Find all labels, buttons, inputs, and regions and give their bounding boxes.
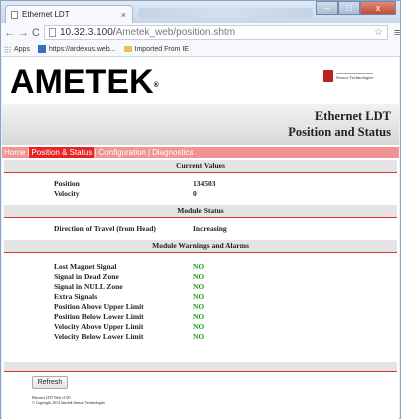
table-row: Signal in Dead Zone NO — [2, 272, 399, 282]
section-header-current-values: Current Values — [4, 160, 397, 173]
module-status-list: Direction of Travel (from Head) Increasi… — [2, 218, 399, 240]
row-label: Signal in NULL Zone — [54, 282, 123, 291]
status-value: NO — [193, 282, 205, 291]
row-label: Direction of Travel (from Head) — [54, 224, 156, 233]
tab-title: Ethernet LDT — [22, 10, 70, 19]
star-icon[interactable]: ☆ — [374, 27, 383, 38]
direction-value: Increasing — [193, 224, 227, 233]
table-row: Position Below Lower Limit NO — [2, 312, 399, 322]
address-toolbar: ← → C 10.32.3.100/ Ametek_web/position.s… — [1, 23, 400, 42]
table-row: Extra Signals NO — [2, 292, 399, 302]
row-label: Position Above Upper Limit — [54, 302, 144, 311]
row-label: Velocity Above Upper Limit — [54, 322, 144, 331]
close-button[interactable]: x — [360, 1, 396, 15]
velocity-value: 0 — [193, 189, 197, 198]
sensor-logo-text: Sensor Technologies — [336, 72, 374, 80]
menu-diagnostics[interactable]: Diagnostics — [150, 147, 195, 158]
page-subtitle: Position and Status — [288, 125, 391, 139]
warnings-list: Lost Magnet Signal NO Signal in Dead Zon… — [2, 253, 399, 348]
table-row: Signal in NULL Zone NO — [2, 282, 399, 292]
minimize-button[interactable]: – — [316, 1, 338, 15]
sensor-technologies-logo: Sensor Technologies — [323, 69, 391, 83]
address-bar[interactable]: 10.32.3.100/ Ametek_web/position.shtm ☆ — [43, 25, 388, 40]
sensor-logo-icon — [323, 70, 333, 82]
copyright-text: © Copyright 2014 Ametek Sensor Technolog… — [32, 401, 105, 405]
status-value: NO — [193, 272, 205, 281]
url-host: 10.32.3.100/ — [59, 27, 116, 38]
bookmarks-bar: Apps https://ardexus.web... Imported Fro… — [1, 42, 400, 57]
table-row: Velocity Above Upper Limit NO — [2, 322, 399, 332]
brand-name: AMETEK — [10, 63, 154, 101]
bookmark-label: Apps — [14, 45, 30, 53]
section-header-warnings: Module Warnings and Alarms — [4, 240, 397, 253]
menu-home[interactable]: Home — [2, 147, 27, 158]
page-icon — [11, 10, 18, 19]
row-label: Position Below Lower Limit — [54, 312, 144, 321]
page-icon — [48, 28, 56, 37]
table-row: Lost Magnet Signal NO — [2, 262, 399, 272]
back-icon[interactable]: ← — [4, 27, 15, 39]
apps-grid-icon — [4, 45, 11, 53]
page-title: Ethernet LDT — [314, 109, 391, 123]
tab-close-icon[interactable]: × — [121, 10, 126, 20]
window-controls: – □ x — [316, 1, 396, 15]
web-page: AMETEK® Sensor Technologies Ethernet LDT… — [2, 57, 399, 419]
status-value: NO — [193, 302, 205, 311]
title-bar: Ethernet LDT × – □ x — [1, 1, 400, 23]
menu-configuration[interactable]: Configuration — [96, 147, 148, 158]
bookmark-apps[interactable]: Apps — [4, 45, 30, 53]
table-row: Velocity 0 — [2, 189, 399, 199]
refresh-button[interactable]: Refresh — [32, 376, 68, 389]
ametek-logo: AMETEK® — [10, 65, 159, 99]
maximize-button[interactable]: □ — [338, 1, 360, 15]
bookmark-imported[interactable]: Imported From IE — [135, 46, 189, 53]
forward-icon[interactable]: → — [18, 27, 29, 39]
status-value: NO — [193, 262, 205, 271]
site-favicon-icon — [37, 45, 46, 53]
url-path: Ametek_web/position.shtm — [115, 27, 236, 38]
version-text: Ethernet LDT Web v1.00 — [32, 396, 71, 400]
status-value: NO — [193, 322, 205, 331]
row-label: Extra Signals — [54, 292, 98, 301]
row-label: Velocity — [54, 189, 80, 198]
table-row: Position 134503 — [2, 179, 399, 189]
page-header: Ethernet LDT Position and Status — [2, 104, 399, 145]
table-row: Direction of Travel (from Head) Increasi… — [2, 224, 399, 234]
row-label: Lost Magnet Signal — [54, 262, 117, 271]
table-row: Velocity Below Lower Limit NO — [2, 332, 399, 342]
status-value: NO — [193, 312, 205, 321]
bookmark-ardexus[interactable]: https://ardexus.web... — [49, 46, 116, 53]
status-value: NO — [193, 292, 205, 301]
row-label: Signal in Dead Zone — [54, 272, 119, 281]
menu-position-status[interactable]: Position & Status — [29, 147, 95, 158]
section-header-module-status: Module Status — [4, 205, 397, 218]
table-row: Position Above Upper Limit NO — [2, 302, 399, 312]
footer-divider — [4, 362, 397, 372]
folder-icon — [123, 46, 132, 52]
menu-icon[interactable]: ≡ — [394, 27, 400, 39]
current-values-list: Position 134503 Velocity 0 — [2, 173, 399, 205]
registered-mark: ® — [153, 82, 159, 89]
row-label: Velocity Below Lower Limit — [54, 332, 144, 341]
browser-window: Ethernet LDT × – □ x ← → C 10.32.3.100/ … — [0, 0, 401, 419]
status-content: Current Values Position 134503 Velocity … — [2, 160, 399, 348]
reload-icon[interactable]: C — [32, 27, 40, 39]
browser-tab[interactable]: Ethernet LDT × — [5, 5, 133, 23]
other-tabs — [138, 8, 313, 18]
status-value: NO — [193, 332, 205, 341]
nav-menu: Home | Position & Status | Configuration… — [2, 147, 399, 158]
position-value: 134503 — [193, 179, 216, 188]
row-label: Position — [54, 179, 80, 188]
